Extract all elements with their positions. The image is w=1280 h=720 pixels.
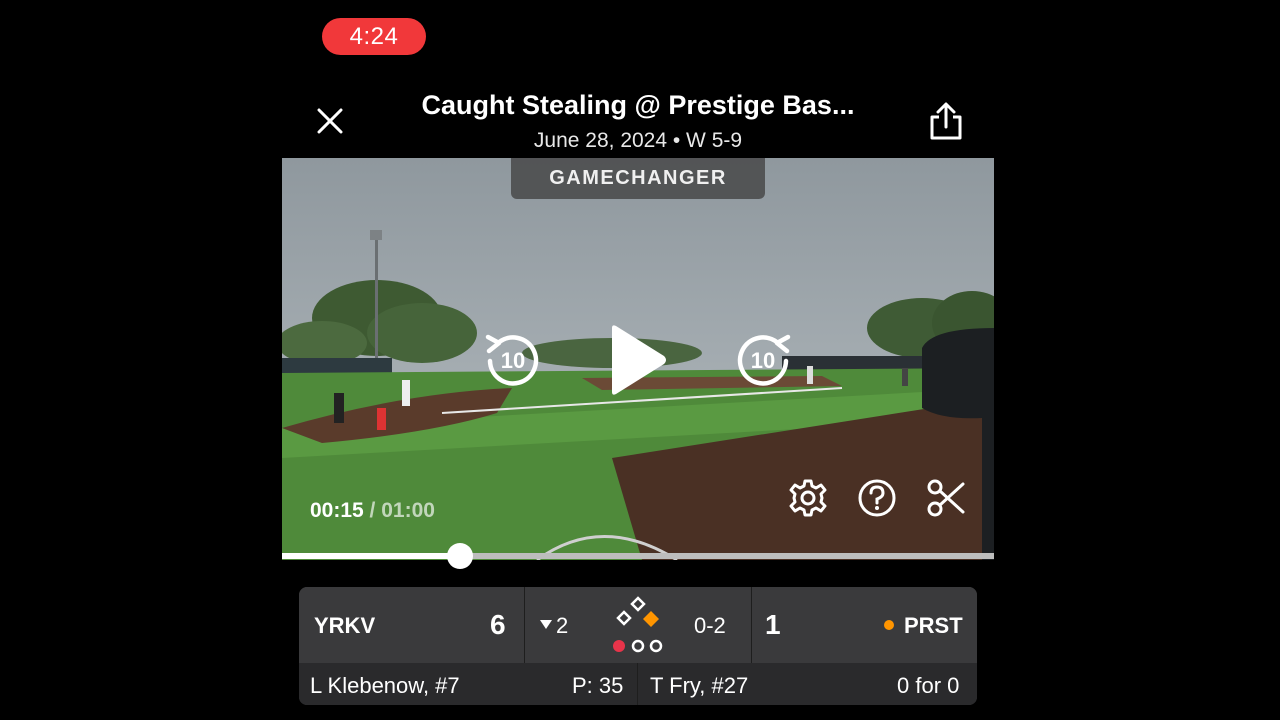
divider: [524, 587, 525, 663]
total-time: 01:00: [381, 499, 435, 522]
pitcher-name: L Klebenow, #7: [310, 673, 460, 698]
out-indicator-3: [649, 639, 663, 653]
forward-label: 10: [750, 348, 776, 373]
progress-bar[interactable]: [282, 543, 994, 569]
forward-10-button[interactable]: 10: [730, 328, 796, 394]
play-button[interactable]: [606, 324, 670, 396]
progress-fill: [282, 553, 460, 559]
help-button[interactable]: [857, 478, 897, 518]
batter-stat: 0 for 0: [897, 673, 960, 698]
out-indicator-1: [613, 640, 625, 652]
time-separator: /: [363, 499, 382, 522]
gamechanger-watermark: GAMECHANGER: [511, 158, 765, 199]
gear-icon: [789, 479, 827, 517]
ball-strike-count: 0-2: [694, 613, 726, 638]
close-icon: [317, 108, 343, 134]
divider: [637, 663, 638, 705]
second-base: [630, 596, 646, 612]
watermark-text: GAMECHANGER: [549, 167, 727, 189]
scoreboard: YRKV 6 2 0-2 1 PRST L Klebenow, #7 P: 35…: [299, 587, 977, 705]
share-icon: [930, 102, 962, 140]
bases-and-outs: [613, 596, 663, 653]
current-time: 00:15: [310, 499, 364, 522]
question-icon: [858, 479, 896, 517]
clip-button[interactable]: [926, 478, 966, 518]
settings-button[interactable]: [788, 478, 828, 518]
playback-time: 00:15 / 01:00: [310, 499, 435, 523]
away-team-score: 6: [490, 609, 506, 640]
video-player[interactable]: GAMECHANGER 10 10 00:15 / 01:00: [282, 158, 994, 560]
third-base: [616, 610, 632, 626]
progress-thumb[interactable]: [447, 543, 473, 569]
batting-indicator: [884, 620, 894, 630]
clip-title: Caught Stealing @ Prestige Bas...: [421, 90, 855, 120]
rewind-10-button[interactable]: 10: [480, 328, 546, 394]
status-time-pill: 4:24: [322, 18, 426, 55]
first-base: [643, 611, 659, 627]
inning-bottom-icon: [540, 620, 552, 629]
close-button[interactable]: [312, 103, 348, 139]
rewind-label: 10: [500, 348, 526, 373]
home-team-score: 1: [765, 609, 781, 640]
out-indicator-2: [631, 639, 645, 653]
divider: [751, 587, 752, 663]
status-time: 4:24: [349, 22, 399, 50]
home-team-abbr: PRST: [904, 613, 963, 638]
share-button[interactable]: [926, 100, 966, 142]
play-icon: [612, 325, 666, 395]
inning-number: 2: [556, 613, 569, 638]
pitch-count: P: 35: [572, 673, 624, 698]
scissors-icon: [927, 479, 965, 517]
clip-subtitle: June 28, 2024 • W 5-9: [533, 129, 743, 152]
away-team-abbr: YRKV: [314, 613, 376, 638]
batter-name: T Fry, #27: [650, 673, 749, 698]
